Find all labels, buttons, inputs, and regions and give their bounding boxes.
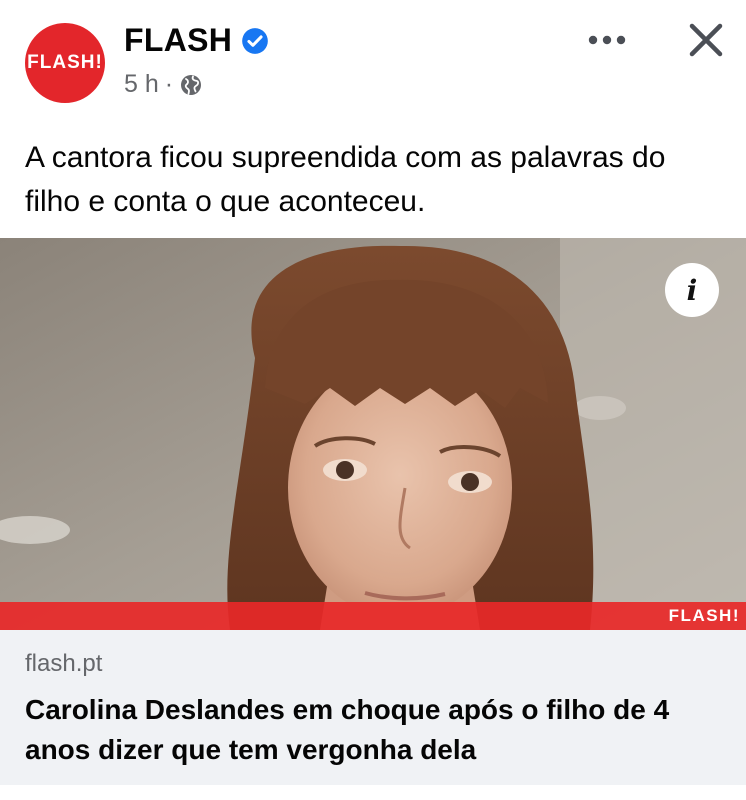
close-button[interactable] (684, 18, 728, 62)
verified-badge-icon (242, 27, 268, 54)
brand-red-bar (0, 602, 746, 630)
info-icon: i (686, 273, 698, 307)
info-button[interactable]: i (665, 263, 719, 317)
portrait-photo (0, 238, 746, 630)
post-timestamp[interactable]: 5 h (124, 70, 159, 99)
article-image[interactable] (0, 238, 746, 630)
globe-icon (181, 74, 202, 95)
post-meta: 5 h · (124, 70, 203, 99)
page-avatar[interactable]: FLASH! (25, 23, 105, 103)
post-header: FLASH! FLASH 5 h · (0, 0, 746, 120)
brand-watermark: FLASH! (668, 606, 740, 625)
link-headline[interactable]: Carolina Deslandes em choque após o filh… (25, 690, 715, 770)
more-horizontal-icon (588, 35, 626, 45)
more-options-button[interactable] (585, 24, 629, 56)
close-icon (689, 23, 723, 57)
avatar-logo-text: FLASH! (27, 52, 103, 73)
page-name[interactable]: FLASH (124, 22, 232, 59)
link-domain: flash.pt (25, 650, 103, 677)
page-name-row: FLASH (124, 22, 269, 59)
post-caption: A cantora ficou supreendida com as palav… (25, 141, 666, 218)
post-divider (0, 785, 746, 800)
meta-separator: · (164, 70, 174, 98)
